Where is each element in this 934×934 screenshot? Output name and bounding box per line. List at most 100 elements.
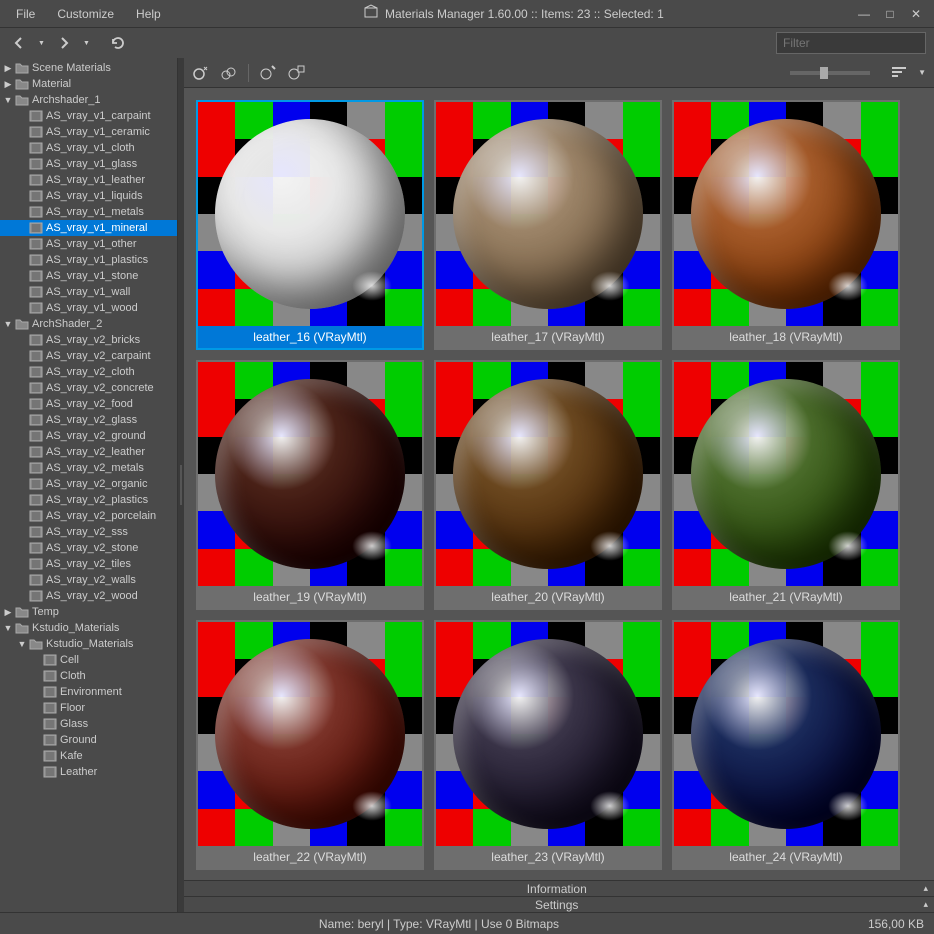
multi-assign-icon[interactable] (220, 64, 238, 82)
tree-item[interactable]: AS_vray_v2_ground (0, 428, 177, 444)
refresh-button[interactable] (106, 33, 130, 53)
thumbnail-label: leather_21 (VRayMtl) (674, 586, 898, 608)
tree-item[interactable]: AS_vray_v2_sss (0, 524, 177, 540)
close-button[interactable]: ✕ (908, 7, 924, 21)
tree-sidebar[interactable]: ▶ Scene Materials ▶Material ▼ Archshader_1 AS… (0, 58, 178, 912)
information-panel-header[interactable]: Information▴ (184, 880, 934, 896)
tree-toggle-icon[interactable]: ▼ (16, 639, 28, 649)
tree-item[interactable]: Kafe (0, 748, 177, 764)
tree-item[interactable]: AS_vray_v1_cloth (0, 140, 177, 156)
tree-item-label: AS_vray_v1_cloth (46, 142, 135, 154)
material-icon (28, 526, 44, 538)
tree-item[interactable]: AS_vray_v2_food (0, 396, 177, 412)
save-preview-icon[interactable] (287, 64, 305, 82)
filter-input[interactable] (776, 32, 926, 54)
tree-item[interactable]: AS_vray_v2_leather (0, 444, 177, 460)
material-thumbnail[interactable]: leather_23 (VRayMtl) (434, 620, 662, 870)
tree-item-label: Scene Materials (32, 62, 111, 74)
settings-panel-header[interactable]: Settings▴ (184, 896, 934, 912)
tree-item-label: AS_vray_v2_cloth (46, 366, 135, 378)
material-thumbnail[interactable]: leather_21 (VRayMtl) (672, 360, 900, 610)
folder-icon (28, 638, 44, 650)
menu-file[interactable]: File (6, 3, 45, 25)
tree-item[interactable]: AS_vray_v2_wood (0, 588, 177, 604)
render-preview-icon[interactable] (259, 64, 277, 82)
tree-item[interactable]: AS_vray_v2_glass (0, 412, 177, 428)
tree-item[interactable]: AS_vray_v1_carpaint (0, 108, 177, 124)
maximize-button[interactable]: □ (882, 7, 898, 21)
tree-item[interactable]: ▼ Archshader_1 (0, 92, 177, 108)
material-thumbnail[interactable]: leather_18 (VRayMtl) (672, 100, 900, 350)
tree-item[interactable]: AS_vray_v1_wood (0, 300, 177, 316)
material-thumbnail[interactable]: leather_19 (VRayMtl) (196, 360, 424, 610)
sort-menu-icon[interactable] (890, 64, 908, 82)
tree-item[interactable]: AS_vray_v1_liquids (0, 188, 177, 204)
tree-item[interactable]: Glass (0, 716, 177, 732)
tree-item[interactable]: ▼Kstudio_Materials (0, 636, 177, 652)
material-icon (28, 126, 44, 138)
tree-toggle-icon[interactable]: ▼ (2, 319, 14, 329)
tree-item[interactable]: AS_vray_v2_porcelain (0, 508, 177, 524)
tree-item[interactable]: Ground (0, 732, 177, 748)
tree-item[interactable]: ▶ Scene Materials (0, 60, 177, 76)
menu-help[interactable]: Help (126, 3, 171, 25)
material-thumbnail[interactable]: leather_17 (VRayMtl) (434, 100, 662, 350)
tree-item[interactable]: AS_vray_v2_carpaint (0, 348, 177, 364)
tree-item[interactable]: AS_vray_v2_walls (0, 572, 177, 588)
tree-item[interactable]: ▼Kstudio_Materials (0, 620, 177, 636)
material-thumbnail[interactable]: leather_22 (VRayMtl) (196, 620, 424, 870)
tree-item[interactable]: AS_vray_v2_concrete (0, 380, 177, 396)
tree-item[interactable]: AS_vray_v1_leather (0, 172, 177, 188)
back-button[interactable] (8, 34, 30, 52)
tree-item[interactable]: AS_vray_v2_tiles (0, 556, 177, 572)
tree-item-label: Archshader_1 (32, 94, 101, 106)
tree-item[interactable]: AS_vray_v1_mineral (0, 220, 177, 236)
sort-dropdown-icon[interactable]: ▼ (918, 68, 926, 77)
tree-item[interactable]: Cell (0, 652, 177, 668)
material-icon (42, 670, 58, 682)
material-thumbnail[interactable]: leather_20 (VRayMtl) (434, 360, 662, 610)
tree-item[interactable]: AS_vray_v1_wall (0, 284, 177, 300)
minimize-button[interactable]: — (856, 7, 872, 21)
menu-customize[interactable]: Customize (47, 3, 124, 25)
thumbnail-size-slider[interactable] (790, 71, 870, 75)
material-thumbnail[interactable]: leather_24 (VRayMtl) (672, 620, 900, 870)
tree-item[interactable]: AS_vray_v1_glass (0, 156, 177, 172)
tree-item[interactable]: AS_vray_v1_other (0, 236, 177, 252)
forward-button[interactable] (53, 34, 75, 52)
tree-item[interactable]: AS_vray_v1_metals (0, 204, 177, 220)
tree-item[interactable]: AS_vray_v2_stone (0, 540, 177, 556)
forward-dropdown-icon[interactable]: ▼ (79, 38, 94, 49)
tree-item[interactable]: AS_vray_v1_plastics (0, 252, 177, 268)
thumbnails-area[interactable]: leather_16 (VRayMtl) leather_17 (VRayMtl)… (184, 88, 934, 880)
tree-item[interactable]: Floor (0, 700, 177, 716)
tree-toggle-icon[interactable]: ▼ (2, 95, 14, 105)
tree-toggle-icon[interactable]: ▼ (2, 623, 14, 633)
tree-item[interactable]: ▶Temp (0, 604, 177, 620)
tree-toggle-icon[interactable]: ▶ (2, 63, 14, 74)
tree-item[interactable]: AS_vray_v1_stone (0, 268, 177, 284)
tree-item[interactable]: AS_vray_v2_cloth (0, 364, 177, 380)
main-menu: File Customize Help (6, 3, 171, 25)
tree-item[interactable]: AS_vray_v2_plastics (0, 492, 177, 508)
material-icon (28, 286, 44, 298)
tree-item[interactable]: AS_vray_v2_organic (0, 476, 177, 492)
back-dropdown-icon[interactable]: ▼ (34, 38, 49, 49)
tree-item[interactable]: Cloth (0, 668, 177, 684)
material-icon (28, 414, 44, 426)
material-thumbnail[interactable]: leather_16 (VRayMtl) (196, 100, 424, 350)
tree-item[interactable]: AS_vray_v2_bricks (0, 332, 177, 348)
tree-item[interactable]: Environment (0, 684, 177, 700)
tree-item[interactable]: ▶Material (0, 76, 177, 92)
tree-item-label: AS_vray_v2_leather (46, 446, 145, 458)
tree-item[interactable]: ▼ArchShader_2 (0, 316, 177, 332)
nav-toolbar: ▼ ▼ (0, 28, 934, 58)
tree-toggle-icon[interactable]: ▶ (2, 79, 14, 90)
tree-item[interactable]: AS_vray_v2_metals (0, 460, 177, 476)
thumbnail-label: leather_16 (VRayMtl) (198, 326, 422, 348)
tree-toggle-icon[interactable]: ▶ (2, 607, 14, 618)
tree-item[interactable]: AS_vray_v1_ceramic (0, 124, 177, 140)
assign-material-icon[interactable] (192, 64, 210, 82)
tree-item[interactable]: Leather (0, 764, 177, 780)
material-icon (28, 158, 44, 170)
